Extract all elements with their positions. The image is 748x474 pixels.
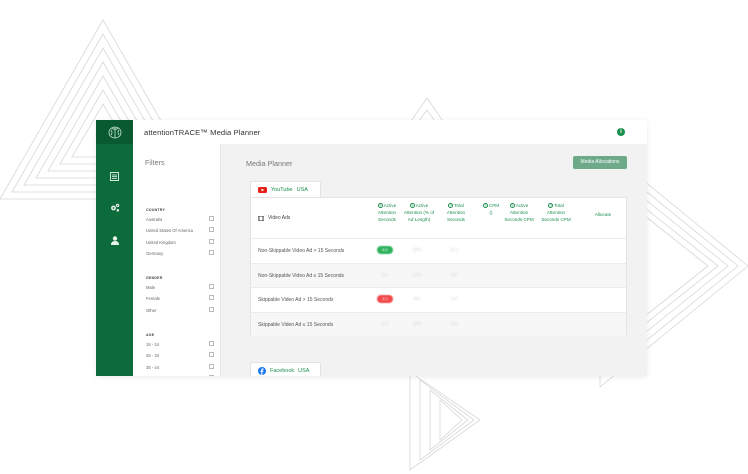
filter-checkbox[interactable]: [209, 295, 214, 301]
filter-checkbox[interactable]: [209, 352, 214, 358]
filters-title: Filters: [145, 158, 165, 167]
filter-checkbox[interactable]: [209, 341, 214, 346]
column-header-label: Allocate: [594, 212, 612, 217]
help-icon[interactable]: ?: [509, 203, 515, 208]
table-cell: 3.9: [450, 296, 458, 301]
tab-platform-name: Facebook: [270, 367, 295, 374]
tab-facebook[interactable]: Facebook USA: [250, 362, 321, 376]
table-cell: 3.1: [381, 271, 389, 277]
column-header: ? CPM (): [481, 202, 501, 216]
filter-option-label: 35 - 44: [146, 364, 160, 370]
filter-option[interactable]: Australia: [146, 216, 216, 224]
filter-checkbox[interactable]: [209, 306, 214, 312]
filter-checkbox[interactable]: [209, 284, 214, 289]
column-header-label: CPM (): [488, 203, 500, 215]
table-cell: 38%: [412, 247, 422, 252]
filter-checkbox[interactable]: [209, 227, 214, 233]
side-nav: [96, 120, 133, 376]
filter-checkbox[interactable]: [209, 238, 214, 244]
table-cell: 19%: [412, 320, 422, 326]
video-ads-label: Video Ads: [258, 215, 290, 221]
filter-option-label: Australia: [146, 217, 163, 222]
help-icon[interactable]: ?: [448, 203, 454, 208]
attention-score-pill: 6.0: [377, 246, 393, 254]
app-window: attentionTRACE™ Media Planner i Filters C…: [96, 120, 647, 376]
tab-region: USA: [296, 186, 308, 193]
help-icon[interactable]: ?: [482, 203, 488, 208]
table-cell: 10.1: [449, 247, 459, 252]
user-icon[interactable]: [96, 231, 133, 249]
column-header: ? Active Attention (% of Ad Length): [402, 202, 436, 223]
page-title: Media Planner: [246, 159, 293, 168]
ad-format-name: Non-Skippable Video Ad > 15 Seconds: [258, 248, 345, 254]
filter-option[interactable]: 18 - 24: [146, 341, 216, 349]
film-icon: [258, 215, 264, 221]
column-header-label: Active Attention (% of Ad Length): [403, 203, 435, 222]
column-header: ? Active Attention Seconds: [371, 202, 403, 223]
list-icon[interactable]: [96, 167, 133, 185]
youtube-icon: [258, 186, 267, 193]
info-icon[interactable]: i: [617, 128, 625, 136]
help-icon[interactable]: ?: [548, 203, 554, 208]
app-title: attentionTRACE™ Media Planner: [144, 127, 261, 137]
main-content: Media Planner Media Allocations YouTube U…: [221, 144, 647, 376]
filter-option-label: Female: [146, 296, 160, 302]
table-cell: 9%: [413, 296, 421, 301]
help-icon[interactable]: ?: [377, 203, 383, 208]
table-row: Skippable Video Ad > 15 Seconds 2.1 9% 3.9: [251, 287, 626, 311]
filter-option[interactable]: United States Of America: [146, 227, 216, 235]
column-header: ? Total Attention Seconds: [441, 202, 471, 223]
media-allocations-button[interactable]: Media Allocations: [573, 156, 627, 169]
filter-option[interactable]: 25 - 34: [146, 352, 216, 360]
filter-option-label: Other: [146, 307, 157, 313]
table-cell: 27%: [412, 271, 422, 277]
filter-option-label: United Kingdom: [146, 239, 176, 245]
filter-option-label: 18 - 24: [146, 342, 160, 347]
gears-icon[interactable]: [96, 198, 133, 216]
table-row: Non-Skippable Video Ad ≤ 15 Seconds 3.1 27…: [251, 262, 626, 287]
table-header: Video Ads ? Active Attention Seconds? Acti…: [251, 198, 626, 238]
filter-option[interactable]: Germany: [146, 249, 216, 258]
filter-group-title: AGE: [146, 333, 155, 337]
tab-platform-name: YouTube: [271, 186, 293, 193]
facebook-icon: [258, 366, 266, 375]
column-header-label: Total Attention Seconds CPM: [541, 203, 571, 222]
youtube-table: Video Ads ? Active Attention Seconds? Acti…: [250, 197, 627, 336]
table-cell: 6.0: [450, 271, 458, 277]
top-bar: attentionTRACE™ Media Planner i: [133, 120, 647, 144]
filters-panel: Filters COUNTRY Australia United States Of …: [133, 144, 221, 376]
filter-option-label: Male: [146, 285, 156, 290]
filter-group-title: COUNTRY: [146, 208, 166, 212]
filter-option[interactable]: Female: [146, 295, 216, 303]
tab-youtube[interactable]: YouTube USA: [250, 181, 321, 197]
filter-option[interactable]: 45 - 54: [146, 374, 216, 376]
brain-logo-icon[interactable]: [96, 120, 133, 144]
filter-checkbox[interactable]: [209, 374, 214, 376]
filter-option-label: United States Of America: [146, 228, 194, 234]
filter-group-title: GENDER: [146, 276, 163, 280]
help-icon[interactable]: ?: [409, 203, 415, 208]
filter-checkbox[interactable]: [209, 216, 214, 221]
ad-format-name: Skippable Video Ad > 15 Seconds: [258, 297, 334, 303]
filter-checkbox[interactable]: [209, 249, 214, 255]
filter-option[interactable]: United Kingdom: [146, 238, 216, 247]
attention-score-pill: 2.1: [377, 295, 393, 303]
column-header: ? Total Attention Seconds CPM: [539, 202, 573, 223]
filter-option-label: 25 - 34: [146, 353, 160, 359]
table-row: Skippable Video Ad ≤ 15 Seconds 3.3 19% 5.9: [251, 311, 626, 336]
column-header-label: Active Attention Seconds CPM: [504, 203, 534, 222]
column-header: Allocate: [589, 211, 617, 218]
ad-format-name: Skippable Video Ad ≤ 15 Seconds: [258, 321, 334, 328]
filter-option[interactable]: Male: [146, 284, 216, 292]
table-cell: 3.3: [381, 320, 389, 326]
ad-format-name: Non-Skippable Video Ad ≤ 15 Seconds: [258, 272, 345, 279]
filter-checkbox[interactable]: [209, 363, 214, 369]
filter-option[interactable]: 35 - 44: [146, 363, 216, 372]
column-header: ? Active Attention Seconds CPM: [502, 202, 536, 223]
table-cell: 5.9: [450, 320, 458, 326]
table-row: Non-Skippable Video Ad > 15 Seconds 6.0 38…: [251, 238, 626, 262]
filter-option-label: Germany: [146, 250, 164, 256]
filter-option[interactable]: Other: [146, 306, 216, 315]
tab-region: USA: [298, 367, 310, 374]
